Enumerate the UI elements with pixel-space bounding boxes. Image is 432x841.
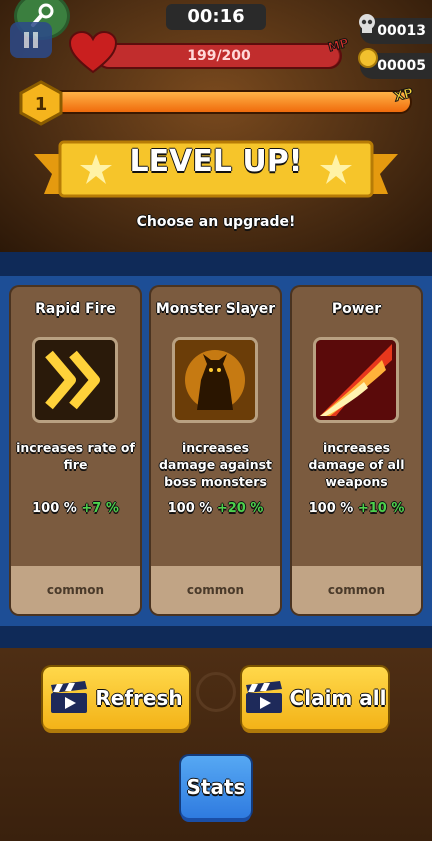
claim-all-button[interactable]: Claim all [242, 667, 388, 729]
card-description: increases rate of fire [16, 440, 135, 472]
refresh-label: Refresh [95, 686, 183, 710]
card-stats: 100 % +7 % [11, 501, 140, 516]
pause-button[interactable] [10, 22, 52, 58]
card-description: increases damage of all weapons [308, 440, 405, 489]
xp-bar [48, 90, 412, 114]
fire-slash-icon [313, 337, 399, 423]
heart-icon [68, 30, 118, 74]
card-base-value: 100 % [167, 501, 213, 516]
card-base-value: 100 % [308, 501, 354, 516]
card-title: Power [331, 301, 382, 317]
card-base-value: 100 % [32, 501, 77, 516]
clapperboard-icon [51, 681, 88, 713]
xp-fill [50, 92, 410, 112]
kill-count: 00013 [377, 23, 426, 39]
card-bonus-value: +20 % [216, 501, 264, 516]
level-number: 1 [35, 94, 48, 115]
skull-icon [359, 14, 375, 33]
card-stats: 100 % +10 % [292, 501, 421, 516]
upgrade-card-rapid-fire[interactable]: Rapid Fire increases rate of fire 100 % … [11, 287, 140, 614]
timer: 00:16 [166, 4, 266, 30]
stats-label: Stats [186, 775, 246, 799]
coin-icon [358, 48, 378, 68]
card-rarity: common [11, 566, 140, 614]
pause-icon [24, 32, 38, 48]
card-stats: 100 % +20 % [151, 501, 280, 516]
claim-all-label: Claim all [289, 686, 387, 710]
card-rarity: common [292, 566, 421, 614]
health-bar: 199/200 [96, 43, 342, 69]
card-bonus-value: +10 % [357, 501, 405, 516]
card-description: increases damage against boss monsters [158, 440, 273, 489]
card-title: Monster Slayer [155, 301, 276, 317]
ring-decoration [196, 672, 236, 712]
double-chevron-icon [32, 337, 118, 423]
upgrade-card-power[interactable]: Power increases damage of all weapons 10… [292, 287, 421, 614]
card-bonus-value: +7 % [81, 501, 119, 516]
demon-icon [172, 337, 258, 423]
level-badge: 1 [19, 80, 63, 126]
coin-count: 00005 [377, 58, 426, 74]
banner-subtitle: Choose an upgrade! [136, 214, 296, 230]
stats-button[interactable]: Stats [181, 756, 251, 818]
card-title: Rapid Fire [35, 301, 116, 317]
banner-title: LEVEL UP! [129, 144, 303, 179]
card-rarity: common [151, 566, 280, 614]
upgrade-card-monster-slayer[interactable]: Monster Slayer increases damage against … [151, 287, 280, 614]
health-text: 199/200 [187, 48, 251, 64]
refresh-button[interactable]: Refresh [43, 667, 189, 729]
clapperboard-icon [245, 681, 282, 713]
